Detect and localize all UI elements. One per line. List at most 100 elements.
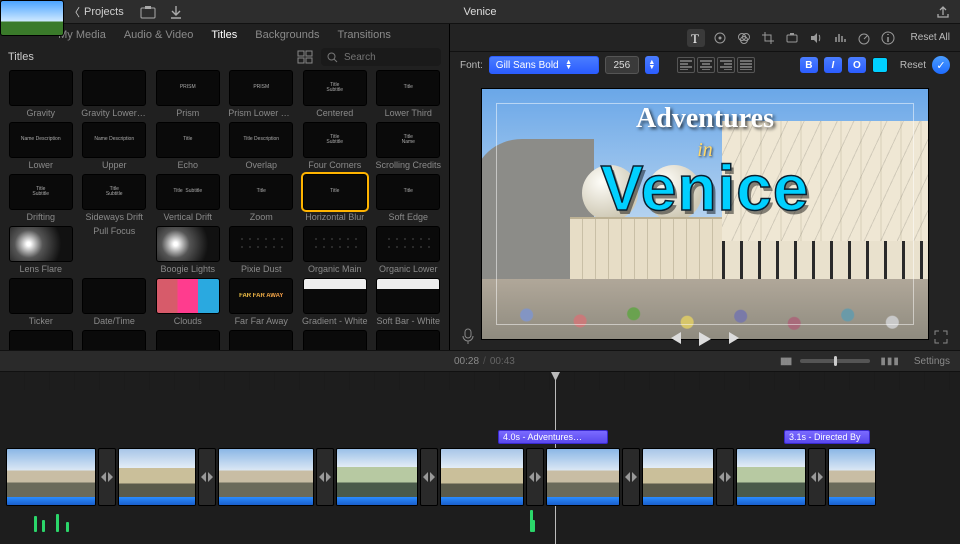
title-preset[interactable]: Date/Time	[80, 278, 150, 326]
align-center-button[interactable]	[697, 57, 715, 73]
title-preset[interactable]: PRISMPrism Lower Third	[227, 70, 297, 118]
title-preset[interactable]: Torn Edge - Black	[300, 330, 370, 350]
prev-frame-button[interactable]	[667, 332, 681, 346]
title-preset[interactable]: Gradient - White	[300, 278, 370, 326]
share-button[interactable]	[936, 5, 960, 19]
voiceover-icon[interactable]	[462, 328, 474, 344]
back-to-projects-button[interactable]: 〈 Projects	[69, 4, 124, 20]
transition[interactable]	[420, 448, 438, 506]
title-preset[interactable]: Lens Flare	[6, 226, 76, 274]
text-color-swatch[interactable]	[872, 57, 888, 73]
title-preset[interactable]: Torn Edge - Tan	[374, 330, 444, 350]
search-input[interactable]	[342, 51, 435, 64]
info-tab[interactable]	[879, 29, 897, 47]
video-clip[interactable]	[546, 448, 620, 506]
title-preset[interactable]: Formal	[80, 330, 150, 350]
title-preset[interactable]: TitleEcho	[153, 122, 223, 170]
title-preset[interactable]: TitleHorizontal Blur	[300, 174, 370, 222]
timeline[interactable]: 4.0s - Adventures… 3.1s - Directed By	[0, 372, 960, 544]
title-preset[interactable]: Soft Bar - Black	[227, 330, 297, 350]
zoom-out-icon[interactable]: ▮▮▮	[780, 356, 791, 367]
title-preset[interactable]: Gradient - Black	[153, 330, 223, 350]
title-preset[interactable]: Title SubtitleVertical Drift	[153, 174, 223, 222]
timeline-ruler[interactable]	[0, 372, 960, 390]
transition[interactable]	[526, 448, 544, 506]
title-preset[interactable]: Pull Focus	[80, 226, 150, 274]
browser-tab[interactable]: Audio & Video	[124, 29, 194, 41]
title-preset[interactable]: Title NameScrolling Credits	[374, 122, 444, 170]
outline-button[interactable]: O	[848, 57, 866, 73]
fullscreen-icon[interactable]	[934, 330, 948, 344]
title-preset[interactable]: Title SubtitleCentered	[300, 70, 370, 118]
font-size-stepper[interactable]: ▲▼	[645, 56, 659, 74]
video-clip[interactable]	[828, 448, 876, 506]
volume-tab[interactable]	[807, 29, 825, 47]
video-clip[interactable]	[336, 448, 418, 506]
bold-button[interactable]: B	[800, 57, 818, 73]
italic-button[interactable]: I	[824, 57, 842, 73]
transition[interactable]	[716, 448, 734, 506]
preview-canvas[interactable]: Adventures in Venice	[481, 88, 929, 340]
title-preset[interactable]: TitleZoom	[227, 174, 297, 222]
align-right-button[interactable]	[717, 57, 735, 73]
transition[interactable]	[198, 448, 216, 506]
beat-marker[interactable]	[42, 520, 45, 532]
title-preset[interactable]: Title SubtitleSideways Drift	[80, 174, 150, 222]
beat-marker[interactable]	[56, 514, 59, 532]
transition[interactable]	[316, 448, 334, 506]
browser-tab[interactable]: Transitions	[337, 29, 390, 41]
title-preset[interactable]: Title SubtitleFour Corners	[300, 122, 370, 170]
timeline-zoom-slider[interactable]	[800, 359, 870, 363]
search-field[interactable]	[321, 48, 441, 66]
noise-reduction-tab[interactable]	[831, 29, 849, 47]
title-preset[interactable]: FAR FAR AWAYFar Far Away	[227, 278, 297, 326]
title-clip[interactable]: 3.1s - Directed By	[784, 430, 870, 444]
beat-marker[interactable]	[34, 516, 37, 532]
title-preset[interactable]: Gravity	[6, 70, 76, 118]
title-preset[interactable]: Title DescriptionOverlap	[227, 122, 297, 170]
title-preset[interactable]: Soft Bar - White	[374, 278, 444, 326]
color-correction-tab[interactable]	[735, 29, 753, 47]
title-preset[interactable]: Organic Lower	[374, 226, 444, 274]
transition[interactable]	[98, 448, 116, 506]
browser-tab[interactable]: Backgrounds	[255, 29, 319, 41]
filter-icon[interactable]	[297, 50, 315, 64]
title-preset[interactable]: Ticker	[6, 278, 76, 326]
font-family-dropdown[interactable]: Gill Sans Bold ▲▼	[489, 56, 599, 74]
zoom-in-icon[interactable]: ▮▮▮	[880, 356, 900, 367]
import-media-icon[interactable]	[140, 5, 156, 19]
align-justify-button[interactable]	[737, 57, 755, 73]
color-balance-tab[interactable]	[711, 29, 729, 47]
title-preset[interactable]: PRISMPrism	[153, 70, 223, 118]
download-icon[interactable]	[170, 5, 182, 19]
title-preset[interactable]: Name DescriptionUpper	[80, 122, 150, 170]
title-preset[interactable]: TitleSoft Edge	[374, 174, 444, 222]
title-preset[interactable]: Pixie Dust	[227, 226, 297, 274]
reset-all-button[interactable]: Reset All	[911, 32, 950, 43]
title-line-1[interactable]: Adventures	[482, 103, 928, 135]
crop-tab[interactable]	[759, 29, 777, 47]
title-preset[interactable]: Clouds	[153, 278, 223, 326]
title-preset[interactable]: Organic Main	[300, 226, 370, 274]
browser-tab[interactable]: My Media	[58, 29, 106, 41]
timeline-settings-button[interactable]: Settings	[914, 356, 950, 367]
title-preset[interactable]: Gravity Lower Third	[80, 70, 150, 118]
transition[interactable]	[808, 448, 826, 506]
play-button[interactable]	[699, 332, 711, 346]
transition[interactable]	[622, 448, 640, 506]
title-preset[interactable]: Paper	[6, 330, 76, 350]
title-line-3[interactable]: Venice	[482, 151, 928, 225]
title-clip[interactable]: 4.0s - Adventures…	[498, 430, 608, 444]
title-inspector-tab[interactable]: T	[687, 29, 705, 47]
next-frame-button[interactable]	[729, 332, 743, 346]
beat-marker[interactable]	[532, 520, 535, 532]
video-clip[interactable]	[218, 448, 314, 506]
speed-tab[interactable]	[855, 29, 873, 47]
title-preset[interactable]: TitleLower Third	[374, 70, 444, 118]
title-preset[interactable]: Name DescriptionLower	[6, 122, 76, 170]
stabilization-tab[interactable]	[783, 29, 801, 47]
video-clip[interactable]	[736, 448, 806, 506]
done-editing-button[interactable]: ✓	[932, 56, 950, 74]
title-preset[interactable]: Boogie Lights	[153, 226, 223, 274]
align-left-button[interactable]	[677, 57, 695, 73]
